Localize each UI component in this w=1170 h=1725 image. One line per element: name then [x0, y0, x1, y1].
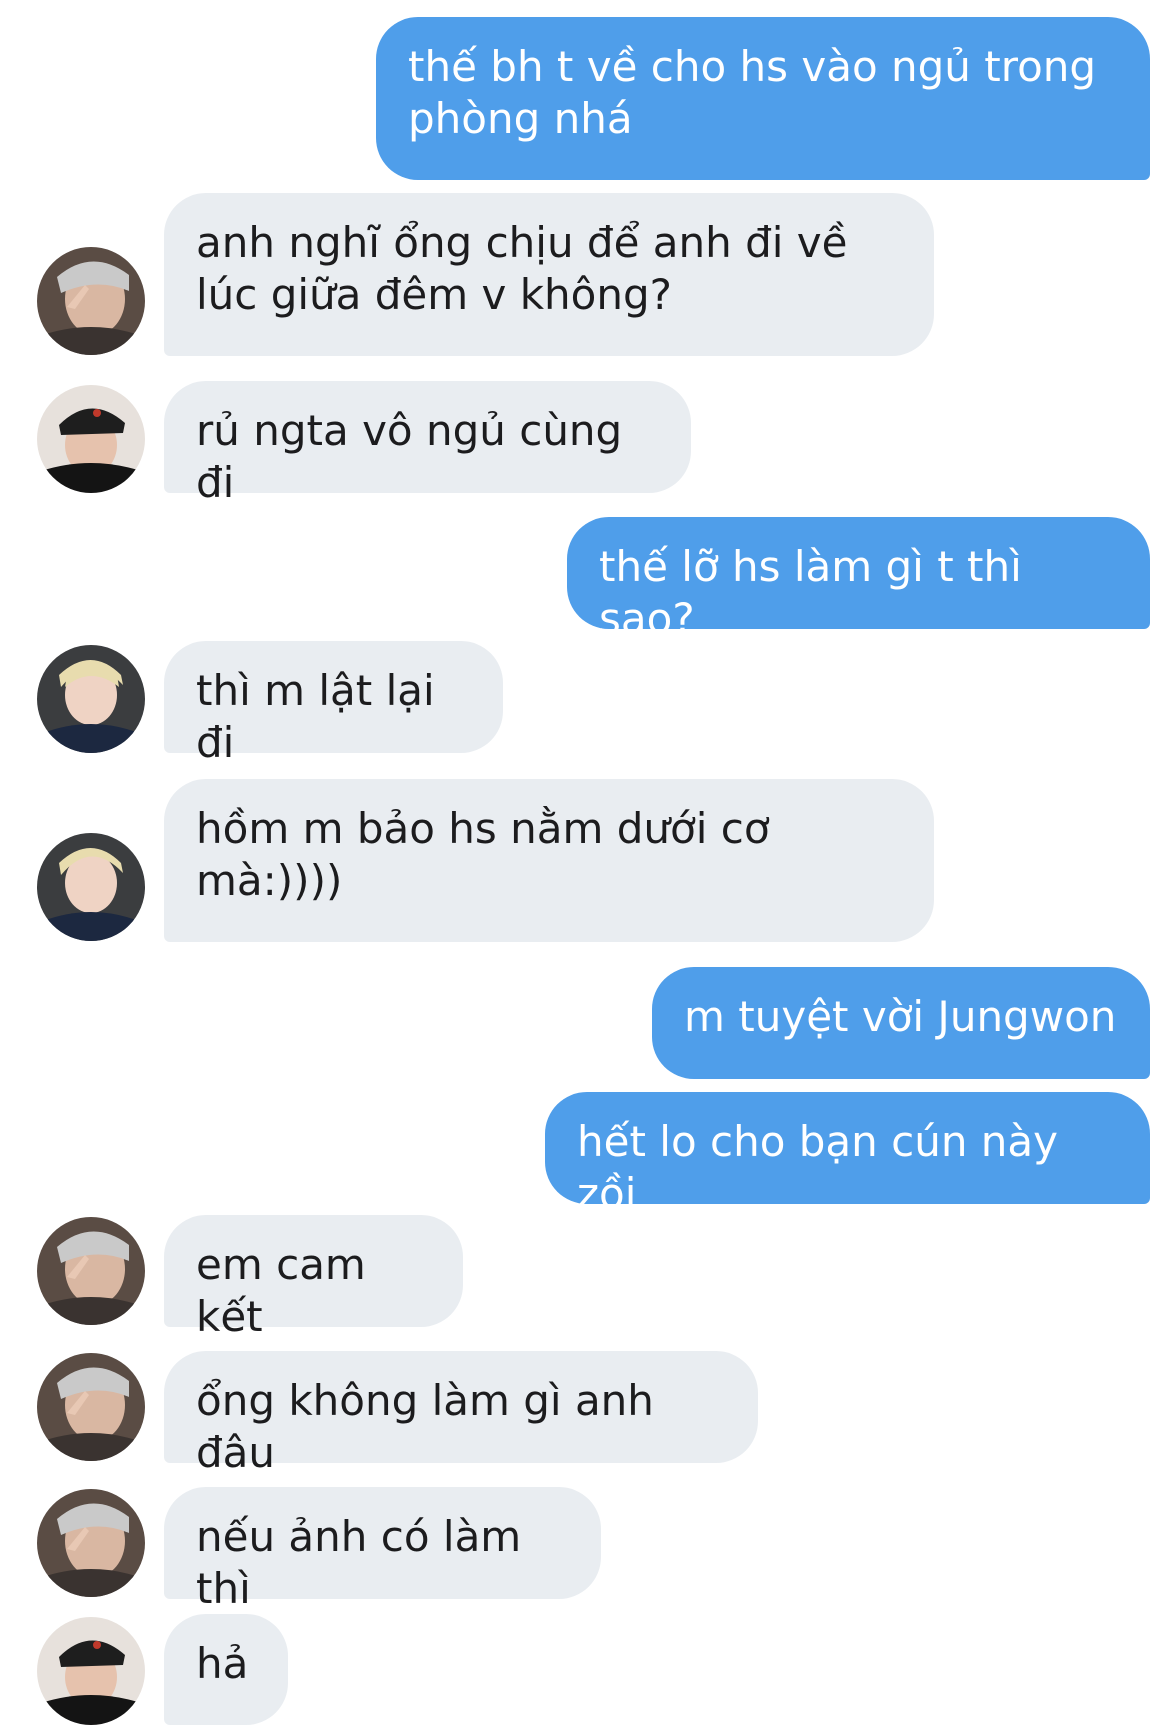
avatar-a-icon [37, 1489, 145, 1597]
incoming-message-bubble[interactable]: em cam kết [164, 1215, 463, 1341]
avatar-a-icon [37, 247, 145, 355]
outgoing-message-bubble[interactable]: thế lỡ hs làm gì t thì sao? [567, 517, 1150, 643]
incoming-message-bubble[interactable]: ổng không làm gì anh đâu [164, 1351, 758, 1477]
avatar-a-icon [37, 1217, 145, 1325]
avatar-b-icon [37, 1617, 145, 1725]
incoming-message-bubble[interactable]: hả [164, 1614, 288, 1725]
avatar[interactable] [37, 1353, 145, 1461]
incoming-message-bubble[interactable]: rủ ngta vô ngủ cùng đi [164, 381, 691, 507]
avatar-c-icon [37, 645, 145, 753]
incoming-message-bubble[interactable]: anh nghĩ ổng chịu để anh đi về lúc giữa … [164, 193, 934, 356]
avatar[interactable] [37, 1617, 145, 1725]
avatar[interactable] [37, 1489, 145, 1597]
avatar[interactable] [37, 833, 145, 941]
incoming-message-bubble[interactable]: nếu ảnh có làm thì [164, 1487, 601, 1613]
incoming-message-bubble[interactable]: hồm m bảo hs nằm dưới cơ mà:)))) [164, 779, 934, 942]
incoming-message-bubble[interactable]: thì m lật lại đi [164, 641, 503, 767]
avatar-b-icon [37, 385, 145, 493]
avatar[interactable] [37, 247, 145, 355]
outgoing-message-bubble[interactable]: m tuyệt vời Jungwon [652, 967, 1150, 1079]
avatar-c-icon [37, 833, 145, 941]
avatar-a-icon [37, 1353, 145, 1461]
outgoing-message-bubble[interactable]: thế bh t về cho hs vào ngủ trong phòng n… [376, 17, 1150, 180]
avatar[interactable] [37, 385, 145, 493]
avatar[interactable] [37, 1217, 145, 1325]
outgoing-message-bubble[interactable]: hết lo cho bạn cún này zồi [545, 1092, 1150, 1218]
avatar[interactable] [37, 645, 145, 753]
